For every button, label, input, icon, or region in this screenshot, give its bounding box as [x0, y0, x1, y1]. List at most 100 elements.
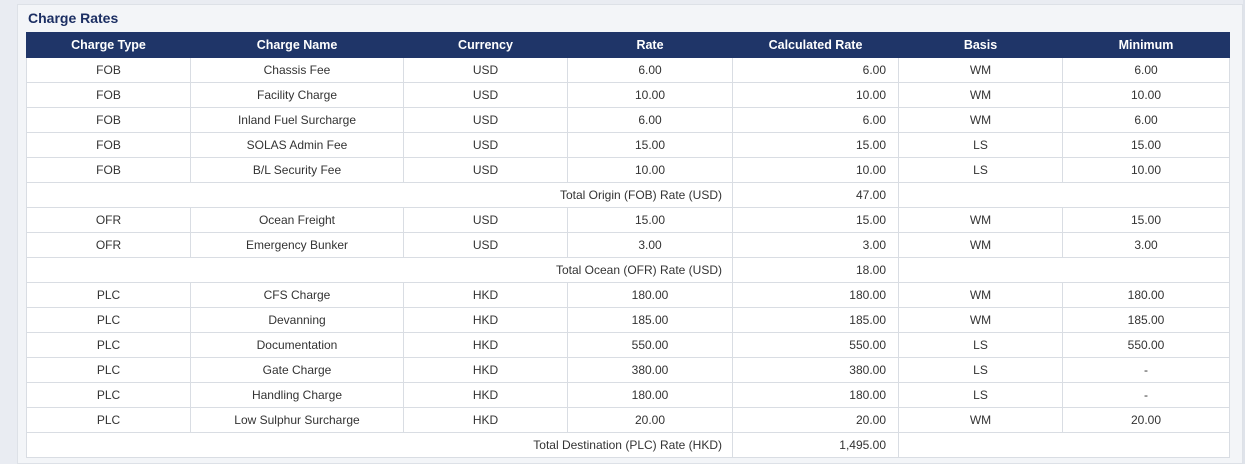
currency-cell: USD [403, 157, 568, 183]
basis-header[interactable]: Basis [898, 32, 1063, 58]
charge-type-cell: PLC [26, 332, 191, 358]
total-value: 47.00 [732, 182, 899, 208]
total-empty-cell [898, 432, 1230, 458]
minimum-cell: 10.00 [1062, 157, 1230, 183]
charge-name-cell: SOLAS Admin Fee [190, 132, 404, 158]
minimum-cell: 3.00 [1062, 232, 1230, 258]
calculated-rate-cell: 180.00 [732, 282, 899, 308]
currency-cell: HKD [403, 307, 568, 333]
rate-header[interactable]: Rate [567, 32, 733, 58]
rate-cell: 10.00 [567, 157, 733, 183]
minimum-cell: 185.00 [1062, 307, 1230, 333]
total-label: Total Origin (FOB) Rate (USD) [26, 182, 733, 208]
basis-cell: LS [898, 332, 1063, 358]
calculated-rate-cell: 550.00 [732, 332, 899, 358]
basis-cell: LS [898, 132, 1063, 158]
basis-cell: WM [898, 82, 1063, 108]
section-title: Charge Rates [28, 10, 119, 26]
charge-type-cell: PLC [26, 382, 191, 408]
table-row: PLC Gate Charge HKD 380.00 380.00 LS - [26, 357, 1230, 383]
charge-rates-panel: Charge Rates Charge Type Charge Name Curre… [17, 4, 1243, 464]
calculated-rate-cell: 380.00 [732, 357, 899, 383]
rate-cell: 3.00 [567, 232, 733, 258]
table-row: PLC Handling Charge HKD 180.00 180.00 LS - [26, 382, 1230, 408]
currency-cell: HKD [403, 282, 568, 308]
rate-cell: 185.00 [567, 307, 733, 333]
calculated-rate-cell: 180.00 [732, 382, 899, 408]
charge-type-cell: OFR [26, 232, 191, 258]
minimum-cell: 15.00 [1062, 207, 1230, 233]
charge-type-cell: OFR [26, 207, 191, 233]
currency-header[interactable]: Currency [403, 32, 568, 58]
minimum-cell: 20.00 [1062, 407, 1230, 433]
total-row: Total Destination (PLC) Rate (HKD) 1,495.… [26, 432, 1230, 458]
charge-name-cell: Chassis Fee [190, 57, 404, 83]
basis-cell: LS [898, 357, 1063, 383]
table-row: FOB Chassis Fee USD 6.00 6.00 WM 6.00 [26, 57, 1230, 83]
total-value: 18.00 [732, 257, 899, 283]
charge-name-cell: B/L Security Fee [190, 157, 404, 183]
basis-cell: WM [898, 207, 1063, 233]
table-header-row: Charge Type Charge Name Currency Rate Calcul… [26, 32, 1230, 58]
rate-cell: 6.00 [567, 57, 733, 83]
table-row: PLC Documentation HKD 550.00 550.00 LS 550.00 [26, 332, 1230, 358]
rate-cell: 180.00 [567, 282, 733, 308]
currency-cell: HKD [403, 357, 568, 383]
minimum-cell: 6.00 [1062, 57, 1230, 83]
charge-type-cell: PLC [26, 357, 191, 383]
charge-type-cell: FOB [26, 57, 191, 83]
charge-name-cell: Low Sulphur Surcharge [190, 407, 404, 433]
charge-type-cell: PLC [26, 407, 191, 433]
currency-cell: USD [403, 132, 568, 158]
rate-cell: 550.00 [567, 332, 733, 358]
basis-cell: WM [898, 307, 1063, 333]
table-row: FOB Inland Fuel Surcharge USD 6.00 6.00 WM 6.0… [26, 107, 1230, 133]
rate-cell: 15.00 [567, 207, 733, 233]
minimum-cell: 6.00 [1062, 107, 1230, 133]
charge-name-cell: Documentation [190, 332, 404, 358]
table-row: FOB SOLAS Admin Fee USD 15.00 15.00 LS 15.00 [26, 132, 1230, 158]
table-row: OFR Ocean Freight USD 15.00 15.00 WM 15.00 [26, 207, 1230, 233]
calculated-rate-cell: 15.00 [732, 207, 899, 233]
calculated-rate-cell: 15.00 [732, 132, 899, 158]
charge-type-cell: FOB [26, 107, 191, 133]
currency-cell: USD [403, 82, 568, 108]
currency-cell: USD [403, 57, 568, 83]
calculated-rate-header[interactable]: Calculated Rate [732, 32, 899, 58]
calculated-rate-cell: 185.00 [732, 307, 899, 333]
charge-name-cell: CFS Charge [190, 282, 404, 308]
minimum-header[interactable]: Minimum [1062, 32, 1230, 58]
calculated-rate-cell: 6.00 [732, 107, 899, 133]
minimum-cell: 180.00 [1062, 282, 1230, 308]
minimum-cell: - [1062, 357, 1230, 383]
basis-cell: LS [898, 157, 1063, 183]
calculated-rate-cell: 6.00 [732, 57, 899, 83]
total-label: Total Destination (PLC) Rate (HKD) [26, 432, 733, 458]
currency-cell: USD [403, 232, 568, 258]
charge-type-header[interactable]: Charge Type [26, 32, 191, 58]
rate-cell: 15.00 [567, 132, 733, 158]
basis-cell: WM [898, 282, 1063, 308]
charge-type-cell: PLC [26, 282, 191, 308]
rate-cell: 6.00 [567, 107, 733, 133]
table-row: OFR Emergency Bunker USD 3.00 3.00 WM 3.00 [26, 232, 1230, 258]
currency-cell: HKD [403, 407, 568, 433]
charge-name-cell: Devanning [190, 307, 404, 333]
currency-cell: USD [403, 107, 568, 133]
total-label: Total Ocean (OFR) Rate (USD) [26, 257, 733, 283]
charge-type-cell: FOB [26, 82, 191, 108]
minimum-cell: - [1062, 382, 1230, 408]
table-body: FOB Chassis Fee USD 6.00 6.00 WM 6.00 FOB Facili… [26, 57, 1230, 458]
calculated-rate-cell: 20.00 [732, 407, 899, 433]
rate-cell: 380.00 [567, 357, 733, 383]
charge-name-header[interactable]: Charge Name [190, 32, 404, 58]
currency-cell: USD [403, 207, 568, 233]
total-empty-cell [898, 182, 1230, 208]
basis-cell: WM [898, 407, 1063, 433]
minimum-cell: 15.00 [1062, 132, 1230, 158]
charge-name-cell: Facility Charge [190, 82, 404, 108]
calculated-rate-cell: 10.00 [732, 157, 899, 183]
currency-cell: HKD [403, 332, 568, 358]
charge-name-cell: Emergency Bunker [190, 232, 404, 258]
total-value: 1,495.00 [732, 432, 899, 458]
